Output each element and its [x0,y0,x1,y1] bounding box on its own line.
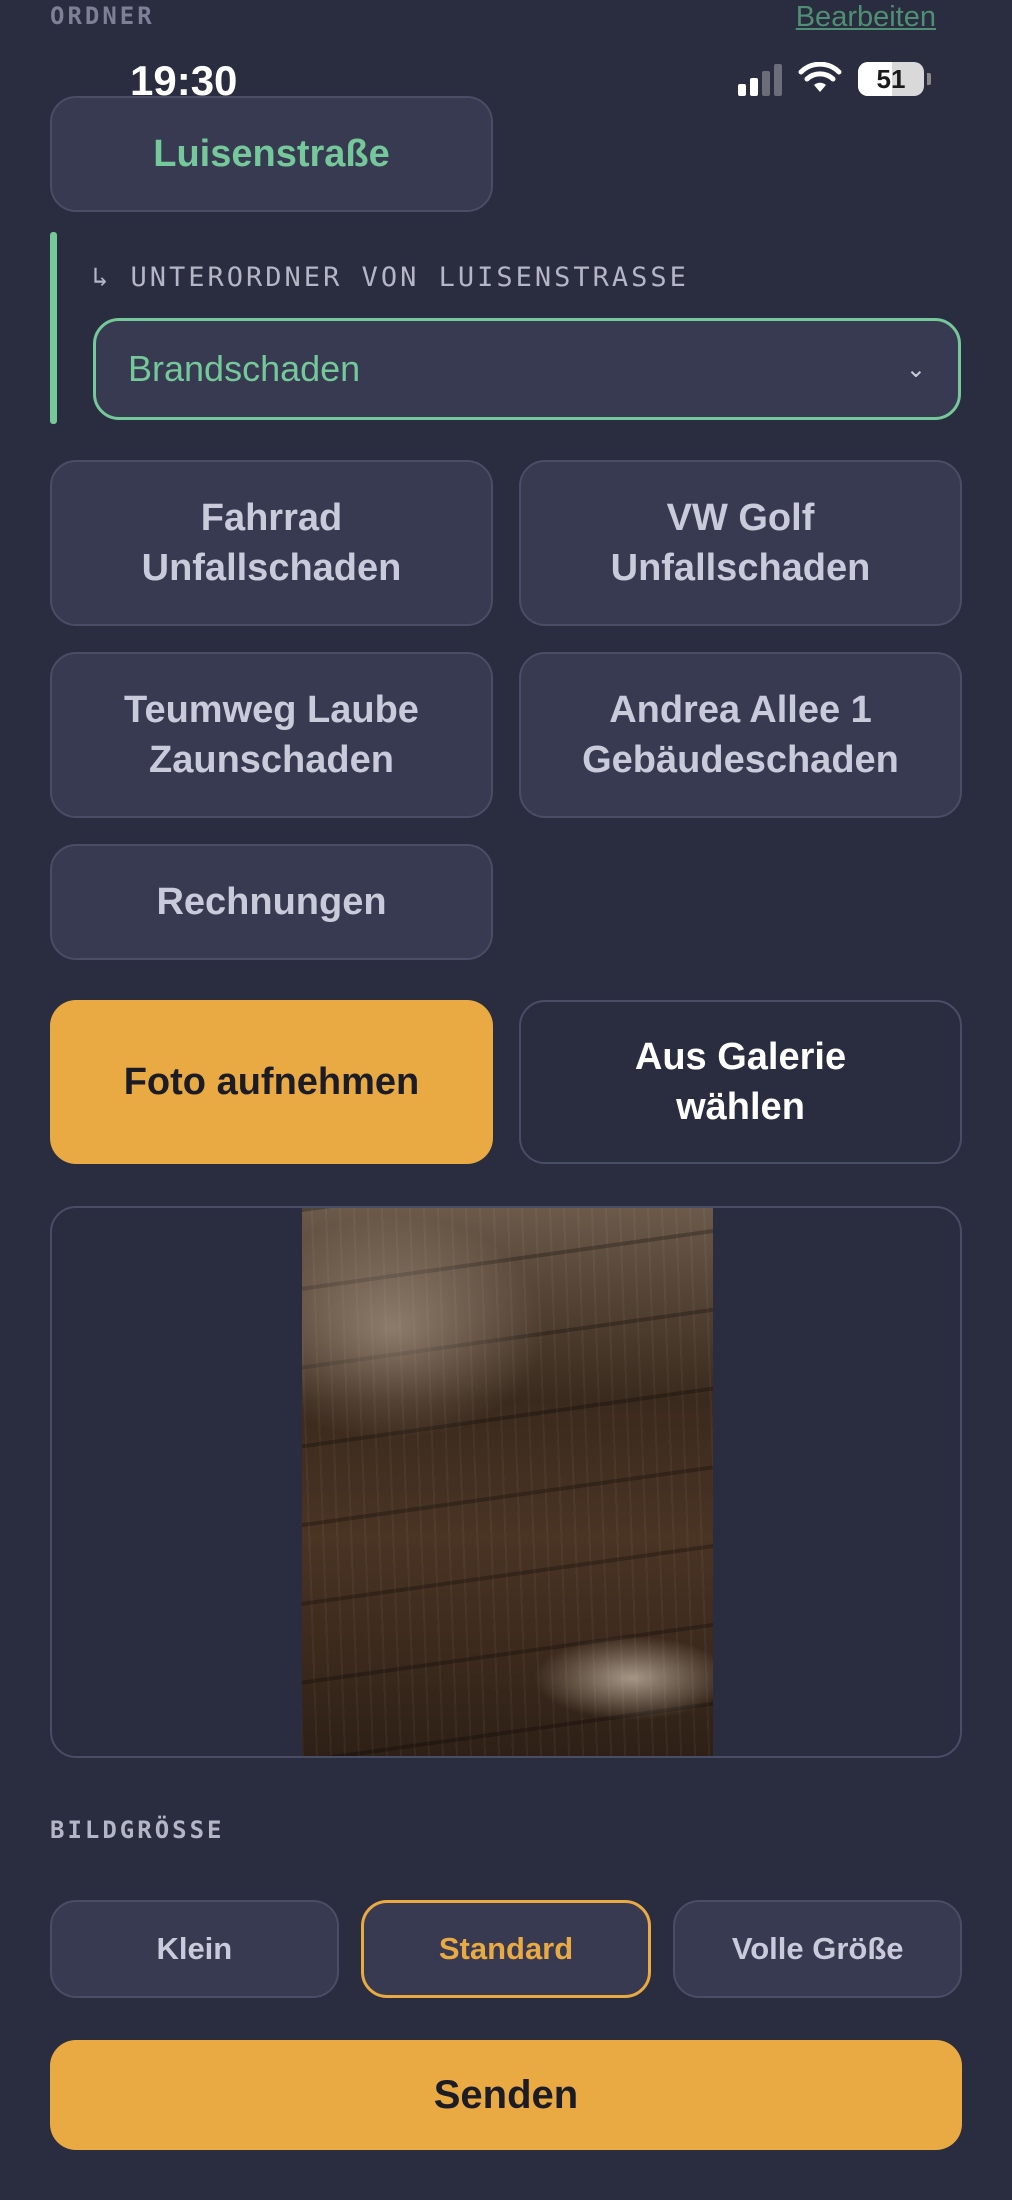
wifi-icon [798,62,842,92]
size-option-volle-groesse[interactable]: Volle Größe [673,1900,963,1998]
folder-teumweg-laube-zaunschaden[interactable]: Teumweg Laube Zaunschaden [50,652,493,818]
folder-luisenstrasse[interactable]: Luisenstraße [50,96,493,212]
subfolder-selected-value: Brandschaden [128,348,361,389]
subfolder-label: ↳ UNTERORDNER VON LUISENSTRASSE [92,262,689,293]
size-option-klein[interactable]: Klein [50,1900,339,1998]
folder-fahrrad-unfallschaden[interactable]: Fahrrad Unfallschaden [50,460,493,626]
size-option-standard[interactable]: Standard [360,1900,652,1998]
app-screen: ORDNER Bearbeiten 19:30 51 Luisenstraße … [0,0,1012,2200]
image-size-label: BILDGRÖSSE [50,1816,225,1844]
edit-link[interactable]: Bearbeiten [796,0,936,34]
take-photo-button[interactable]: Foto aufnehmen [50,1000,493,1164]
folder-rechnungen[interactable]: Rechnungen [50,844,493,960]
choose-from-gallery-button[interactable]: Aus Galerie wählen [519,1000,962,1164]
folder-section-label: ORDNER [50,2,155,30]
preview-image [302,1208,713,1756]
folder-andrea-allee-gebaeudeschaden[interactable]: Andrea Allee 1 Gebäudeschaden [519,652,962,818]
signal-icon [738,62,782,96]
folder-vw-golf-unfallschaden[interactable]: VW Golf Unfallschaden [519,460,962,626]
subfolder-indicator [50,232,57,424]
send-button[interactable]: Senden [50,2040,962,2150]
subfolder-select[interactable]: Brandschaden ⌄ [93,318,961,420]
photo-preview [50,1206,962,1758]
image-size-options: Klein Standard Volle Größe [50,1900,963,1998]
battery-icon: 51 [858,62,931,96]
chevron-down-icon: ⌄ [905,355,926,383]
battery-level: 51 [876,63,906,94]
status-icons: 51 [738,62,931,96]
